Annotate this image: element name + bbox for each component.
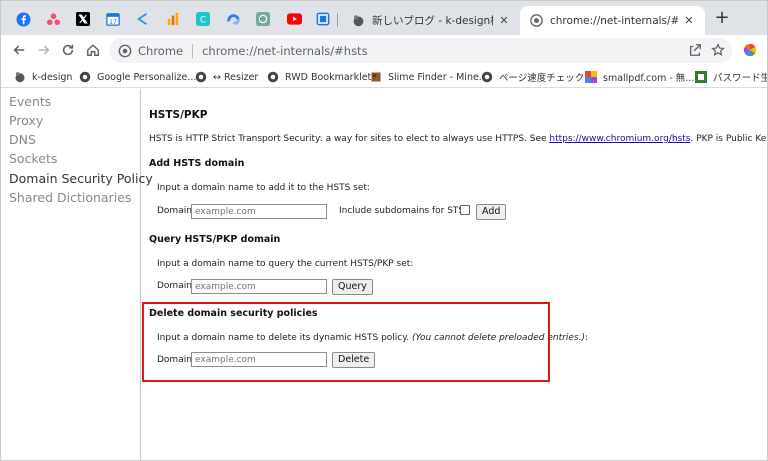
add-domain-input[interactable] (191, 204, 327, 219)
chip-divider (192, 43, 194, 58)
tab-title: 新しいブログ - k-design株式会社 - (372, 15, 493, 27)
tab-k-design[interactable]: 新しいブログ - k-design株式会社 - ✕ (343, 6, 519, 35)
query-hsts-heading: Query HSTS/PKP domain (149, 234, 281, 245)
chromium-hsts-link[interactable]: https://www.chromium.org/hsts (549, 134, 690, 144)
tab-title: chrome://net-internals/#hsts (550, 14, 678, 27)
extension-icon[interactable] (741, 41, 759, 59)
net-internals-sidebar: Events Proxy DNS Sockets Domain Security… (1, 89, 153, 460)
arrow-left-icon (13, 45, 25, 55)
sidebar-item-domain-security-policy[interactable]: Domain Security Policy (9, 171, 153, 186)
add-button[interactable]: Add (476, 204, 507, 220)
k-design-favicon-icon (15, 72, 25, 83)
arrow-right-icon (38, 45, 50, 55)
tab-strip: 17 C 新しいブログ - k-design株式会社 - ✕ (1, 1, 767, 35)
chrome-icon (529, 14, 543, 28)
cube-icon (371, 72, 381, 82)
chatgpt-icon[interactable] (251, 7, 275, 31)
toolbar: Chrome chrome://net-internals/#hsts (1, 35, 767, 66)
sidebar-item-events[interactable]: Events (9, 94, 51, 109)
new-tab-button[interactable]: + (712, 9, 732, 29)
query-domain-label: Domain: (157, 281, 195, 291)
globe-icon (481, 71, 493, 83)
reload-icon (62, 44, 74, 56)
chrome-icon (118, 44, 132, 57)
address-bar[interactable]: Chrome chrome://net-internals/#hsts (109, 38, 732, 63)
facebook-icon[interactable] (11, 7, 35, 31)
youtube-icon[interactable] (282, 7, 306, 31)
home-icon (87, 44, 99, 56)
password-icon (695, 71, 707, 83)
sidebar-item-sockets[interactable]: Sockets (9, 151, 57, 166)
globe-icon (267, 71, 279, 83)
query-domain-input[interactable] (191, 279, 327, 294)
highlight-box (142, 302, 550, 382)
hsts-intro: HSTS is HTTP Strict Transport Security: … (149, 134, 767, 144)
svg-text:C: C (200, 16, 206, 26)
globe-icon (79, 71, 91, 83)
k-design-favicon-icon (351, 14, 365, 28)
bookmark-slime-finder[interactable]: Slime Finder - Mine... (370, 69, 488, 85)
share-icon[interactable] (686, 41, 704, 59)
x-icon[interactable] (71, 7, 95, 31)
bookmarks-bar: k-design Google Personalize... ↔ Resizer… (1, 66, 767, 88)
bookmark-rwd[interactable]: RWD Bookmarklet (267, 69, 371, 85)
calendar-icon[interactable]: 17 (101, 7, 125, 31)
analytics-icon[interactable] (161, 7, 185, 31)
close-tab-icon[interactable]: ✕ (682, 14, 696, 27)
tab-separator (337, 13, 338, 27)
home-button[interactable] (83, 40, 103, 60)
add-domain-label: Domain: (157, 206, 195, 216)
site-chip: Chrome (138, 43, 184, 58)
browser-window: 17 C 新しいブログ - k-design株式会社 - ✕ (0, 0, 768, 461)
bookmark-page-speed[interactable]: ページ速度チェック (481, 69, 584, 85)
add-hsts-description: Input a domain name to add it to the HST… (157, 183, 370, 193)
query-description: Input a domain name to query the current… (157, 259, 414, 269)
reload-button[interactable] (58, 40, 78, 60)
smallpdf-icon (585, 71, 597, 83)
sidebar-item-shared-dictionaries[interactable]: Shared Dictionaries (9, 190, 131, 205)
bookmark-k-design[interactable]: k-design (14, 69, 72, 85)
include-subdomains-label: Include subdomains for STS: (339, 206, 468, 216)
page-title: HSTS/PKP (149, 109, 208, 121)
window-icon[interactable] (311, 7, 335, 31)
swirl-icon[interactable] (221, 7, 245, 31)
back-button[interactable] (9, 40, 29, 60)
forward-button[interactable] (34, 40, 54, 60)
query-button[interactable]: Query (332, 279, 373, 295)
url-text: chrome://net-internals/#hsts (202, 43, 368, 58)
bookmark-google-personalize[interactable]: Google Personalize... (79, 69, 196, 85)
canva-icon[interactable]: C (191, 7, 215, 31)
inbox-icon[interactable] (131, 7, 155, 31)
asana-icon[interactable] (41, 7, 65, 31)
bookmark-star-icon[interactable] (709, 41, 727, 59)
bookmark-resizer[interactable]: ↔ Resizer (195, 69, 258, 85)
include-subdomains-checkbox[interactable] (460, 205, 470, 215)
hsts-panel: HSTS/PKP HSTS is HTTP Strict Transport S… (149, 89, 767, 460)
close-tab-icon[interactable]: ✕ (497, 14, 511, 27)
add-hsts-heading: Add HSTS domain (149, 158, 245, 169)
bookmark-smallpdf[interactable]: smallpdf.com - 無... (585, 69, 694, 85)
svg-text:17: 17 (109, 19, 117, 26)
bookmark-password-gen[interactable]: パスワード生成 (695, 69, 767, 85)
globe-icon (195, 71, 207, 83)
sidebar-item-dns[interactable]: DNS (9, 132, 36, 147)
sidebar-item-proxy[interactable]: Proxy (9, 113, 43, 128)
tab-net-internals[interactable]: chrome://net-internals/#hsts ✕ (520, 6, 705, 35)
